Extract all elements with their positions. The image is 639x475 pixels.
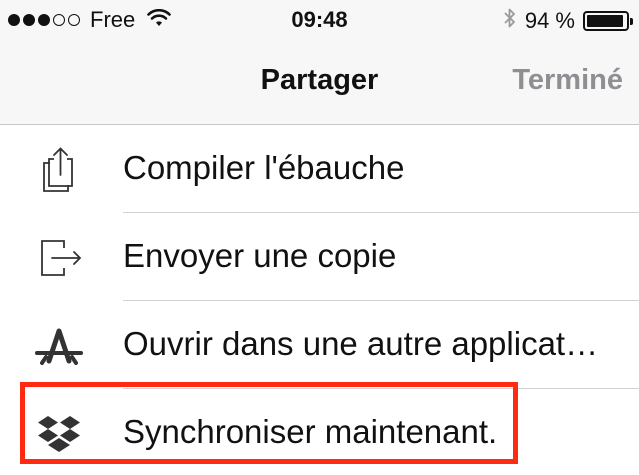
- share-action-list: Compiler l'ébauche Envoyer une copie Ouv…: [0, 125, 639, 475]
- action-sync-now[interactable]: Synchroniser maintenant.: [0, 389, 639, 475]
- action-label: Synchroniser maintenant.: [123, 413, 498, 450]
- status-bar: Free 09:48 94 %: [0, 0, 639, 38]
- status-right: 94 %: [503, 7, 633, 35]
- share-sheet-screen: Free 09:48 94 % Partager Terminé Compile…: [0, 0, 639, 475]
- done-button[interactable]: Terminé: [512, 64, 623, 97]
- battery-percentage: 94 %: [524, 8, 575, 33]
- action-label: Envoyer une copie: [123, 237, 397, 274]
- battery-level: [587, 15, 623, 27]
- open-in-app-icon: [34, 321, 84, 371]
- action-send-copy[interactable]: Envoyer une copie: [0, 213, 639, 301]
- action-label: Ouvrir dans une autre applicat…: [123, 325, 599, 362]
- battery-icon: [583, 11, 633, 31]
- action-open-in-other-app[interactable]: Ouvrir dans une autre applicat…: [0, 301, 639, 389]
- bluetooth-icon: [503, 7, 517, 35]
- action-label: Compiler l'ébauche: [123, 149, 405, 186]
- share-export-icon: [34, 145, 84, 195]
- send-copy-icon: [34, 233, 84, 283]
- navigation-bar: Partager Terminé: [0, 38, 639, 125]
- action-compile-draft[interactable]: Compiler l'ébauche: [0, 125, 639, 213]
- dropbox-icon: [34, 409, 84, 459]
